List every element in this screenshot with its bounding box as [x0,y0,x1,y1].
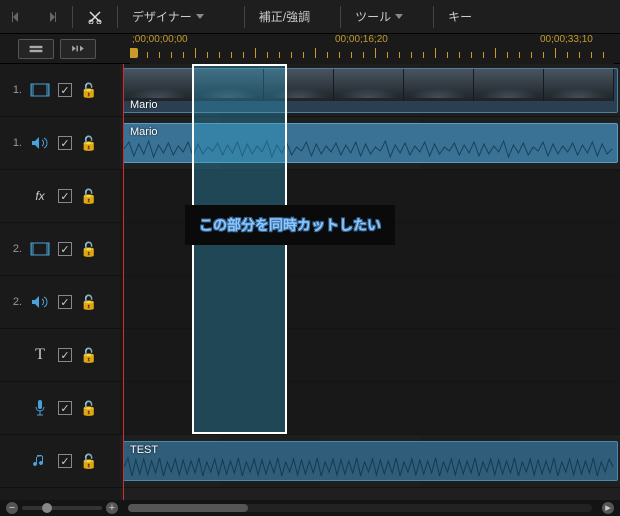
correction-label: 補正/強調 [259,8,310,25]
waveform-icon [124,138,617,160]
speaker-icon [30,294,50,310]
key-label: キー [448,8,472,25]
chevron-down-icon [395,14,403,19]
track-header-title[interactable]: T ✓ 🔓 [0,329,120,382]
zoom-out-button[interactable]: − [6,502,18,514]
audio-clip[interactable]: Mario [123,123,618,163]
snap-left-button[interactable] [4,6,32,28]
scrollbar-track[interactable] [128,504,592,512]
cut-button[interactable] [81,6,109,28]
track-row-voice[interactable] [120,382,620,435]
track-visible-checkbox[interactable]: ✓ [58,189,72,203]
view-mode-1-button[interactable] [18,39,54,59]
correction-menu[interactable]: 補正/強調 [253,4,316,29]
video-icon [30,241,50,257]
annotation-callout: この部分を同時カットしたい [185,205,395,245]
video-icon [30,82,50,98]
track-row-title[interactable] [120,329,620,382]
ruler-time-2: 00;00;33;10 [540,34,593,45]
track-visible-checkbox[interactable]: ✓ [58,136,72,150]
track-headers: 1. ✓ 🔓 1. ✓ 🔓 fx ✓ 🔓 2. ✓ [0,64,120,504]
track-visible-checkbox[interactable]: ✓ [58,348,72,362]
ruler-time-1: 00;00;16;20 [335,34,388,45]
lock-icon[interactable]: 🔓 [80,241,97,258]
playhead-indicator[interactable] [130,48,138,58]
lock-icon[interactable]: 🔓 [80,347,97,364]
track-header-audio-1[interactable]: 1. ✓ 🔓 [0,117,120,170]
lock-icon[interactable]: 🔓 [80,453,97,470]
clip-label: TEST [130,444,158,456]
track-visible-checkbox[interactable]: ✓ [58,242,72,256]
playhead-line[interactable] [123,64,124,504]
tool-menu[interactable]: ツール [349,4,409,29]
chevron-down-icon [196,14,204,19]
lock-icon[interactable]: 🔓 [80,82,97,99]
track-header-music[interactable]: ✓ 🔓 [0,435,120,488]
tool-label: ツール [355,8,391,25]
microphone-icon [30,400,50,416]
track-header-video-1[interactable]: 1. ✓ 🔓 [0,64,120,117]
track-header-video-2[interactable]: 2. ✓ 🔓 [0,223,120,276]
controls-row: ;00;00;00;00 00;00;16;20 00;00;33;10 [0,34,620,64]
horizontal-scrollbar[interactable]: − + ▸ [0,500,620,516]
track-header-fx[interactable]: fx ✓ 🔓 [0,170,120,223]
designer-menu[interactable]: デザイナー [126,4,210,29]
lock-icon[interactable]: 🔓 [80,294,97,311]
lock-icon[interactable]: 🔓 [80,400,97,417]
lock-icon[interactable]: 🔓 [80,188,97,205]
clip-label: Mario [130,126,158,138]
waveform-icon [124,456,617,478]
track-visible-checkbox[interactable]: ✓ [58,83,72,97]
track-row-audio-1[interactable]: Mario [120,117,620,170]
ruler-time-0: ;00;00;00;00 [132,34,188,45]
fx-icon: fx [30,188,50,204]
track-visible-checkbox[interactable]: ✓ [58,454,72,468]
track-header-voice[interactable]: ✓ 🔓 [0,382,120,435]
key-menu[interactable]: キー [442,4,478,29]
lock-icon[interactable]: 🔓 [80,135,97,152]
snap-right-button[interactable] [36,6,64,28]
timeline-tracks[interactable]: Mario Mario TEST [120,64,620,504]
speaker-icon [30,135,50,151]
scroll-right-button[interactable]: ▸ [602,502,614,514]
music-icon [30,453,50,469]
track-visible-checkbox[interactable]: ✓ [58,401,72,415]
annotation-text: この部分を同時カットしたい [199,217,381,233]
title-icon: T [30,347,50,363]
zoom-slider[interactable] [22,506,102,510]
track-header-audio-2[interactable]: 2. ✓ 🔓 [0,276,120,329]
track-visible-checkbox[interactable]: ✓ [58,295,72,309]
tracks-area: 1. ✓ 🔓 1. ✓ 🔓 fx ✓ 🔓 2. ✓ [0,64,620,504]
zoom-in-button[interactable]: + [106,502,118,514]
main-toolbar: デザイナー 補正/強調 ツール キー [0,0,620,34]
music-clip[interactable]: TEST [123,441,618,481]
timeline-ruler[interactable]: ;00;00;00;00 00;00;16;20 00;00;33;10 [130,34,614,64]
track-row-music[interactable]: TEST [120,435,620,488]
designer-label: デザイナー [132,8,192,25]
view-mode-2-button[interactable] [60,39,96,59]
scrollbar-thumb[interactable] [128,504,248,512]
video-clip[interactable]: Mario [123,68,618,113]
clip-label: Mario [130,99,158,111]
track-row-audio-2[interactable] [120,276,620,329]
track-row-video-1[interactable]: Mario [120,64,620,117]
